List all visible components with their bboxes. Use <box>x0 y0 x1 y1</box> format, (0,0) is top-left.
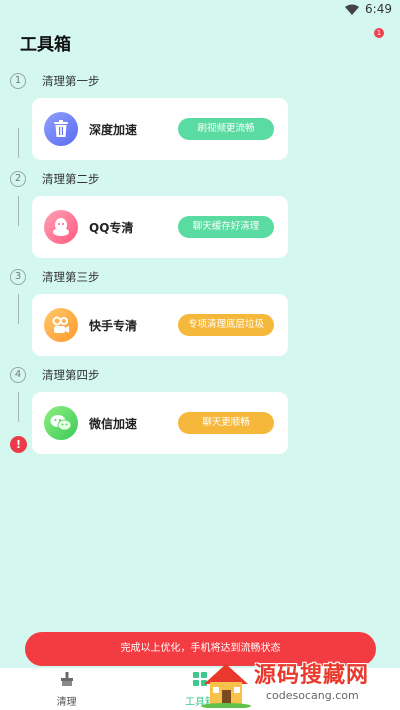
step-title: 清理第一步 <box>42 74 100 88</box>
page-title: 工具箱 <box>20 35 71 55</box>
step-2-label: 2 清理第二步 <box>10 170 100 188</box>
warning-icon[interactable]: ! <box>10 436 27 453</box>
card-deep-speedup[interactable]: 深度加速 刷视频更流畅 <box>32 98 288 160</box>
step-number: 2 <box>10 171 26 187</box>
deep-junk-clean-button[interactable]: 专项清理底层垃圾 <box>178 314 274 336</box>
step-number: 4 <box>10 367 26 383</box>
step-title: 清理第三步 <box>42 270 100 284</box>
wechat-icon <box>44 406 78 440</box>
card-kuaishou-clean[interactable]: 快手专清 专项清理底层垃圾 <box>32 294 288 356</box>
broom-icon <box>60 671 74 690</box>
smooth-chat-button[interactable]: 聊天更顺畅 <box>178 412 274 434</box>
trash-icon <box>44 112 78 146</box>
watermark-title: 源码搜藏网 <box>254 663 370 688</box>
step-connector <box>18 294 19 324</box>
step-connector <box>18 196 19 226</box>
card-title: 深度加速 <box>89 122 138 137</box>
step-1-label: 1 清理第一步 <box>10 72 100 90</box>
step-title: 清理第二步 <box>42 172 100 186</box>
watermark: 源码搜藏网 codesocang.com <box>200 655 400 710</box>
status-bar: 6:49 <box>0 0 400 18</box>
wifi-icon <box>345 4 360 15</box>
notification-badge[interactable]: 1 <box>374 28 384 38</box>
card-title: 微信加速 <box>89 416 138 431</box>
step-connector <box>18 128 19 158</box>
card-title: 快手专清 <box>89 318 138 333</box>
qq-icon <box>44 210 78 244</box>
tab-label: 清理 <box>56 696 77 708</box>
house-logo-icon <box>201 663 251 708</box>
tab-clean[interactable]: 清理 <box>0 668 133 710</box>
step-4-label: 4 清理第四步 <box>10 366 100 384</box>
card-title: QQ专清 <box>89 220 134 235</box>
step-3-label: 3 清理第三步 <box>10 268 100 286</box>
smooth-video-button[interactable]: 刷视频更流畅 <box>178 118 274 140</box>
card-qq-clean[interactable]: QQ专清 聊天缓存好清理 <box>32 196 288 258</box>
step-connector <box>18 392 19 422</box>
chat-cache-clean-button[interactable]: 聊天缓存好清理 <box>178 216 274 238</box>
kuaishou-icon <box>44 308 78 342</box>
step-number: 1 <box>10 73 26 89</box>
step-number: 3 <box>10 269 26 285</box>
card-wechat-speedup[interactable]: 微信加速 聊天更顺畅 <box>32 392 288 454</box>
status-time: 6:49 <box>365 2 392 16</box>
step-title: 清理第四步 <box>42 368 100 382</box>
watermark-url: codesocang.com <box>266 689 359 702</box>
